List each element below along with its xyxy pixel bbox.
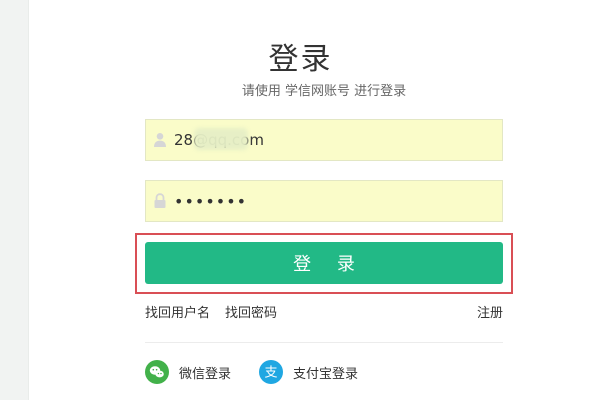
user-icon — [146, 119, 174, 161]
account-links: 找回用户名 找回密码 注册 — [145, 302, 503, 321]
login-subtitle: 请使用 学信网账号 进行登录 — [241, 84, 407, 99]
svg-text:支: 支 — [264, 366, 277, 381]
recover-password-link[interactable]: 找回密码 — [225, 302, 277, 321]
password-field[interactable] — [145, 180, 503, 222]
alipay-login-button[interactable]: 支 支付宝登录 — [259, 360, 358, 384]
wechat-login-label: 微信登录 — [179, 366, 232, 382]
divider — [145, 342, 503, 343]
password-input[interactable] — [174, 181, 494, 221]
wechat-icon — [145, 360, 169, 384]
lock-icon — [146, 180, 174, 222]
alipay-icon: 支 — [259, 360, 283, 384]
page-title: 登录 — [268, 42, 333, 77]
alipay-login-label: 支付宝登录 — [293, 366, 359, 382]
login-button[interactable]: 登 录 — [145, 242, 503, 284]
recover-username-link[interactable]: 找回用户名 — [145, 302, 210, 321]
register-link[interactable]: 注册 — [477, 302, 503, 321]
wechat-login-button[interactable]: 微信登录 — [145, 360, 231, 384]
login-page: 登录 请使用 学信网账号 进行登录 登 录 找回用户名 找回密码 注册 — [0, 0, 601, 400]
redacted-email-blur — [194, 128, 248, 150]
